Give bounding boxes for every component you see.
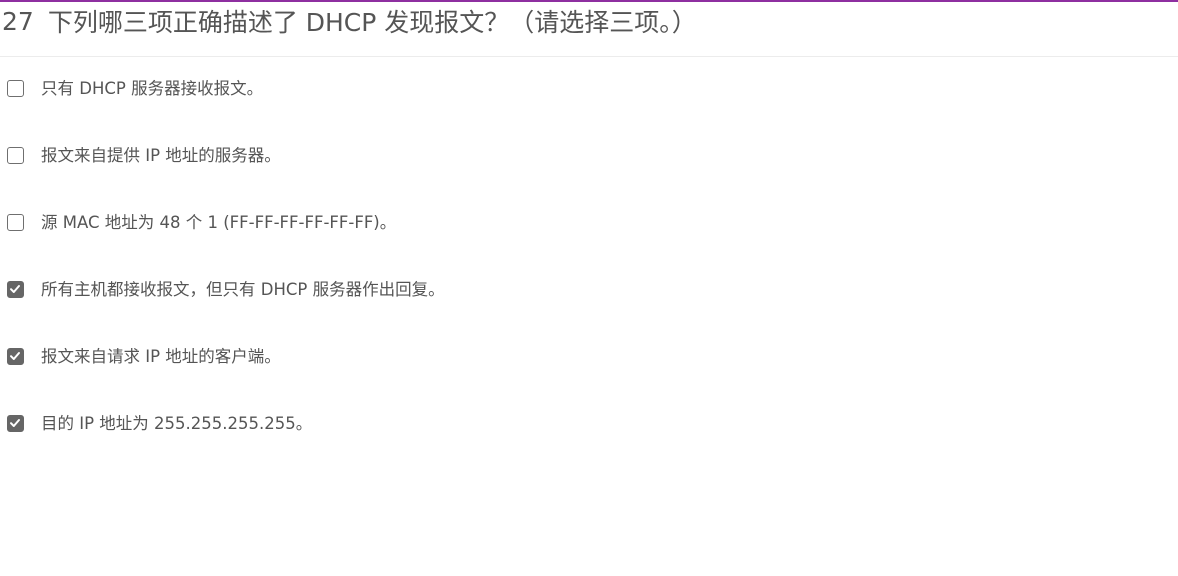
checkmark-icon <box>10 285 20 293</box>
question-number: 27 <box>2 6 34 36</box>
option-4-checkbox[interactable] <box>7 281 24 298</box>
option-2-label[interactable]: 报文来自提供 IP 地址的服务器。 <box>41 146 281 166</box>
option-1-checkbox[interactable] <box>7 80 24 97</box>
option-2-checkbox[interactable] <box>7 147 24 164</box>
question-header: 27 下列哪三项正确描述了 DHCP 发现报文？（请选择三项。） <box>2 4 697 38</box>
option-4-label[interactable]: 所有主机都接收报文，但只有 DHCP 服务器作出回复。 <box>41 280 445 300</box>
checkmark-icon <box>10 352 20 360</box>
checkmark-icon <box>10 419 20 427</box>
option-6-checkbox[interactable] <box>7 415 24 432</box>
option-6-label[interactable]: 目的 IP 地址为 255.255.255.255。 <box>41 414 312 434</box>
question-text: 下列哪三项正确描述了 DHCP 发现报文？（请选择三项。） <box>47 8 697 37</box>
option-1-label[interactable]: 只有 DHCP 服务器接收报文。 <box>41 79 263 99</box>
option-3-checkbox[interactable] <box>7 214 24 231</box>
option-5-label[interactable]: 报文来自请求 IP 地址的客户端。 <box>41 347 281 367</box>
header-divider <box>0 56 1178 57</box>
top-accent-bar <box>0 0 1178 2</box>
option-3-label[interactable]: 源 MAC 地址为 48 个 1 (FF-FF-FF-FF-FF-FF)。 <box>41 213 396 233</box>
option-5-checkbox[interactable] <box>7 348 24 365</box>
